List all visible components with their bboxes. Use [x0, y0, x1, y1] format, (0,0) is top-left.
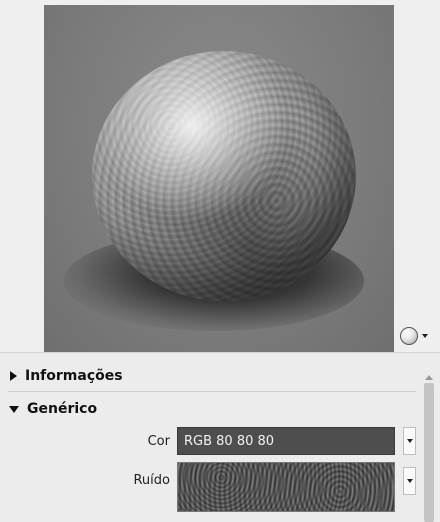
collapse-arrow-icon [9, 405, 19, 413]
sphere-icon [400, 327, 418, 345]
scroll-thumb[interactable] [424, 383, 434, 522]
color-field[interactable]: RGB 80 80 80 [177, 427, 395, 455]
preview-sphere [92, 51, 356, 301]
chevron-down-icon [422, 334, 428, 338]
color-label: Cor [147, 434, 170, 449]
color-dropdown-button[interactable] [403, 427, 416, 455]
chevron-down-icon [406, 439, 413, 443]
section-generico[interactable]: Genérico [0, 392, 420, 426]
material-preview [44, 5, 394, 352]
color-value: RGB 80 80 80 [184, 433, 275, 449]
noise-dropdown-button[interactable] [403, 467, 416, 495]
preview-shape-dropdown[interactable] [400, 326, 430, 346]
section-informacoes[interactable]: Informações [0, 359, 420, 393]
noise-texture-field[interactable] [177, 462, 395, 512]
expand-arrow-icon [10, 371, 17, 381]
vertical-scrollbar[interactable] [422, 373, 436, 522]
scroll-up-arrow-icon[interactable] [425, 375, 433, 380]
section-label: Genérico [27, 401, 98, 417]
noise-label: Ruído [133, 473, 170, 488]
properties-panel: Informações Genérico Cor RGB 80 80 80 Ru… [0, 352, 440, 522]
chevron-down-icon [406, 479, 413, 483]
section-label: Informações [25, 368, 123, 384]
material-preview-area [0, 0, 440, 352]
